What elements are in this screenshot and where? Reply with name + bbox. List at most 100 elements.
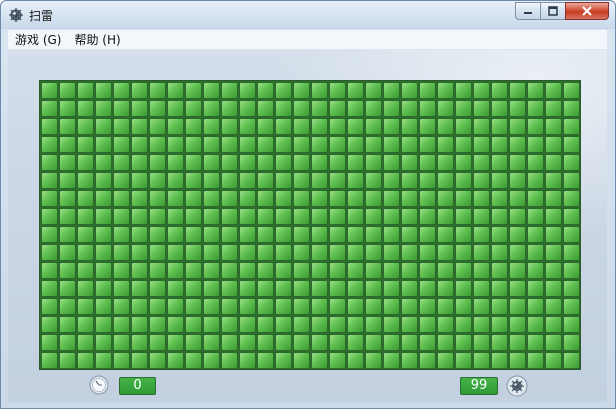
minefield-cell[interactable] [203, 262, 220, 279]
minefield-cell[interactable] [527, 100, 544, 117]
minefield-cell[interactable] [59, 136, 76, 153]
minefield-cell[interactable] [185, 136, 202, 153]
minefield-cell[interactable] [473, 100, 490, 117]
minefield-cell[interactable] [59, 334, 76, 351]
minefield-cell[interactable] [365, 190, 382, 207]
minefield-cell[interactable] [437, 334, 454, 351]
minefield-cell[interactable] [221, 244, 238, 261]
minefield-cell[interactable] [329, 172, 346, 189]
minefield-cell[interactable] [113, 262, 130, 279]
minefield-cell[interactable] [131, 262, 148, 279]
minefield-cell[interactable] [239, 82, 256, 99]
minefield-cell[interactable] [95, 316, 112, 333]
minefield-cell[interactable] [437, 172, 454, 189]
minefield-cell[interactable] [563, 82, 580, 99]
minefield-cell[interactable] [383, 262, 400, 279]
minefield-cell[interactable] [383, 118, 400, 135]
minefield-cell[interactable] [401, 172, 418, 189]
minefield-cell[interactable] [257, 334, 274, 351]
title-bar[interactable]: 扫雷 [1, 1, 615, 29]
minefield-cell[interactable] [239, 334, 256, 351]
minefield-cell[interactable] [293, 82, 310, 99]
minefield-cell[interactable] [221, 280, 238, 297]
minefield-cell[interactable] [131, 298, 148, 315]
minefield-cell[interactable] [401, 244, 418, 261]
minefield-cell[interactable] [365, 334, 382, 351]
minefield-cell[interactable] [59, 82, 76, 99]
minefield-cell[interactable] [275, 82, 292, 99]
minefield-cell[interactable] [167, 352, 184, 369]
minefield-cell[interactable] [77, 280, 94, 297]
minefield-cell[interactable] [113, 154, 130, 171]
minefield-cell[interactable] [509, 118, 526, 135]
minefield-cell[interactable] [41, 226, 58, 243]
minefield-cell[interactable] [95, 352, 112, 369]
minefield-cell[interactable] [365, 154, 382, 171]
minefield-cell[interactable] [311, 244, 328, 261]
minefield-cell[interactable] [365, 262, 382, 279]
minefield-cell[interactable] [95, 100, 112, 117]
minefield-cell[interactable] [419, 298, 436, 315]
minefield-cell[interactable] [473, 226, 490, 243]
minefield-cell[interactable] [509, 172, 526, 189]
minefield-cell[interactable] [491, 208, 508, 225]
minefield-cell[interactable] [41, 298, 58, 315]
minefield-cell[interactable] [311, 352, 328, 369]
minefield-cell[interactable] [545, 190, 562, 207]
minefield-cell[interactable] [437, 190, 454, 207]
minefield-cell[interactable] [293, 244, 310, 261]
minefield-cell[interactable] [293, 352, 310, 369]
minefield-cell[interactable] [41, 244, 58, 261]
minefield-cell[interactable] [59, 280, 76, 297]
minefield-cell[interactable] [221, 226, 238, 243]
minefield-cell[interactable] [365, 244, 382, 261]
minefield-cell[interactable] [527, 262, 544, 279]
minefield-cell[interactable] [563, 118, 580, 135]
minefield-cell[interactable] [59, 226, 76, 243]
minefield-cell[interactable] [113, 118, 130, 135]
minefield-cell[interactable] [419, 190, 436, 207]
minefield-cell[interactable] [113, 100, 130, 117]
minefield-cell[interactable] [149, 154, 166, 171]
minefield-cell[interactable] [563, 280, 580, 297]
minefield-cell[interactable] [311, 280, 328, 297]
minefield-cell[interactable] [527, 118, 544, 135]
minefield-cell[interactable] [419, 208, 436, 225]
minefield-cell[interactable] [311, 262, 328, 279]
minefield-cell[interactable] [347, 316, 364, 333]
minefield-cell[interactable] [257, 154, 274, 171]
minefield-cell[interactable] [365, 82, 382, 99]
minefield-cell[interactable] [41, 190, 58, 207]
minefield-cell[interactable] [383, 190, 400, 207]
minefield-cell[interactable] [149, 82, 166, 99]
minefield-cell[interactable] [131, 136, 148, 153]
minefield-cell[interactable] [131, 172, 148, 189]
minefield-cell[interactable] [185, 262, 202, 279]
minefield-cell[interactable] [509, 136, 526, 153]
minefield-cell[interactable] [527, 154, 544, 171]
minefield-cell[interactable] [185, 316, 202, 333]
minefield-cell[interactable] [437, 262, 454, 279]
minefield-cell[interactable] [185, 226, 202, 243]
minefield-cell[interactable] [491, 298, 508, 315]
minefield-cell[interactable] [455, 226, 472, 243]
minefield-cell[interactable] [545, 100, 562, 117]
minefield-cell[interactable] [293, 136, 310, 153]
minefield-cell[interactable] [95, 280, 112, 297]
minesweeper-mine-icon[interactable] [8, 7, 24, 23]
minefield-grid[interactable] [39, 80, 581, 370]
minefield-cell[interactable] [257, 82, 274, 99]
minefield-cell[interactable] [41, 208, 58, 225]
minefield-cell[interactable] [149, 334, 166, 351]
minefield-cell[interactable] [167, 82, 184, 99]
minefield-cell[interactable] [203, 298, 220, 315]
minefield-cell[interactable] [419, 118, 436, 135]
minefield-cell[interactable] [113, 352, 130, 369]
minefield-cell[interactable] [401, 100, 418, 117]
minefield-cell[interactable] [239, 298, 256, 315]
minefield-cell[interactable] [149, 100, 166, 117]
minefield-cell[interactable] [41, 100, 58, 117]
minefield-cell[interactable] [509, 244, 526, 261]
minefield-cell[interactable] [365, 298, 382, 315]
minefield-cell[interactable] [275, 208, 292, 225]
